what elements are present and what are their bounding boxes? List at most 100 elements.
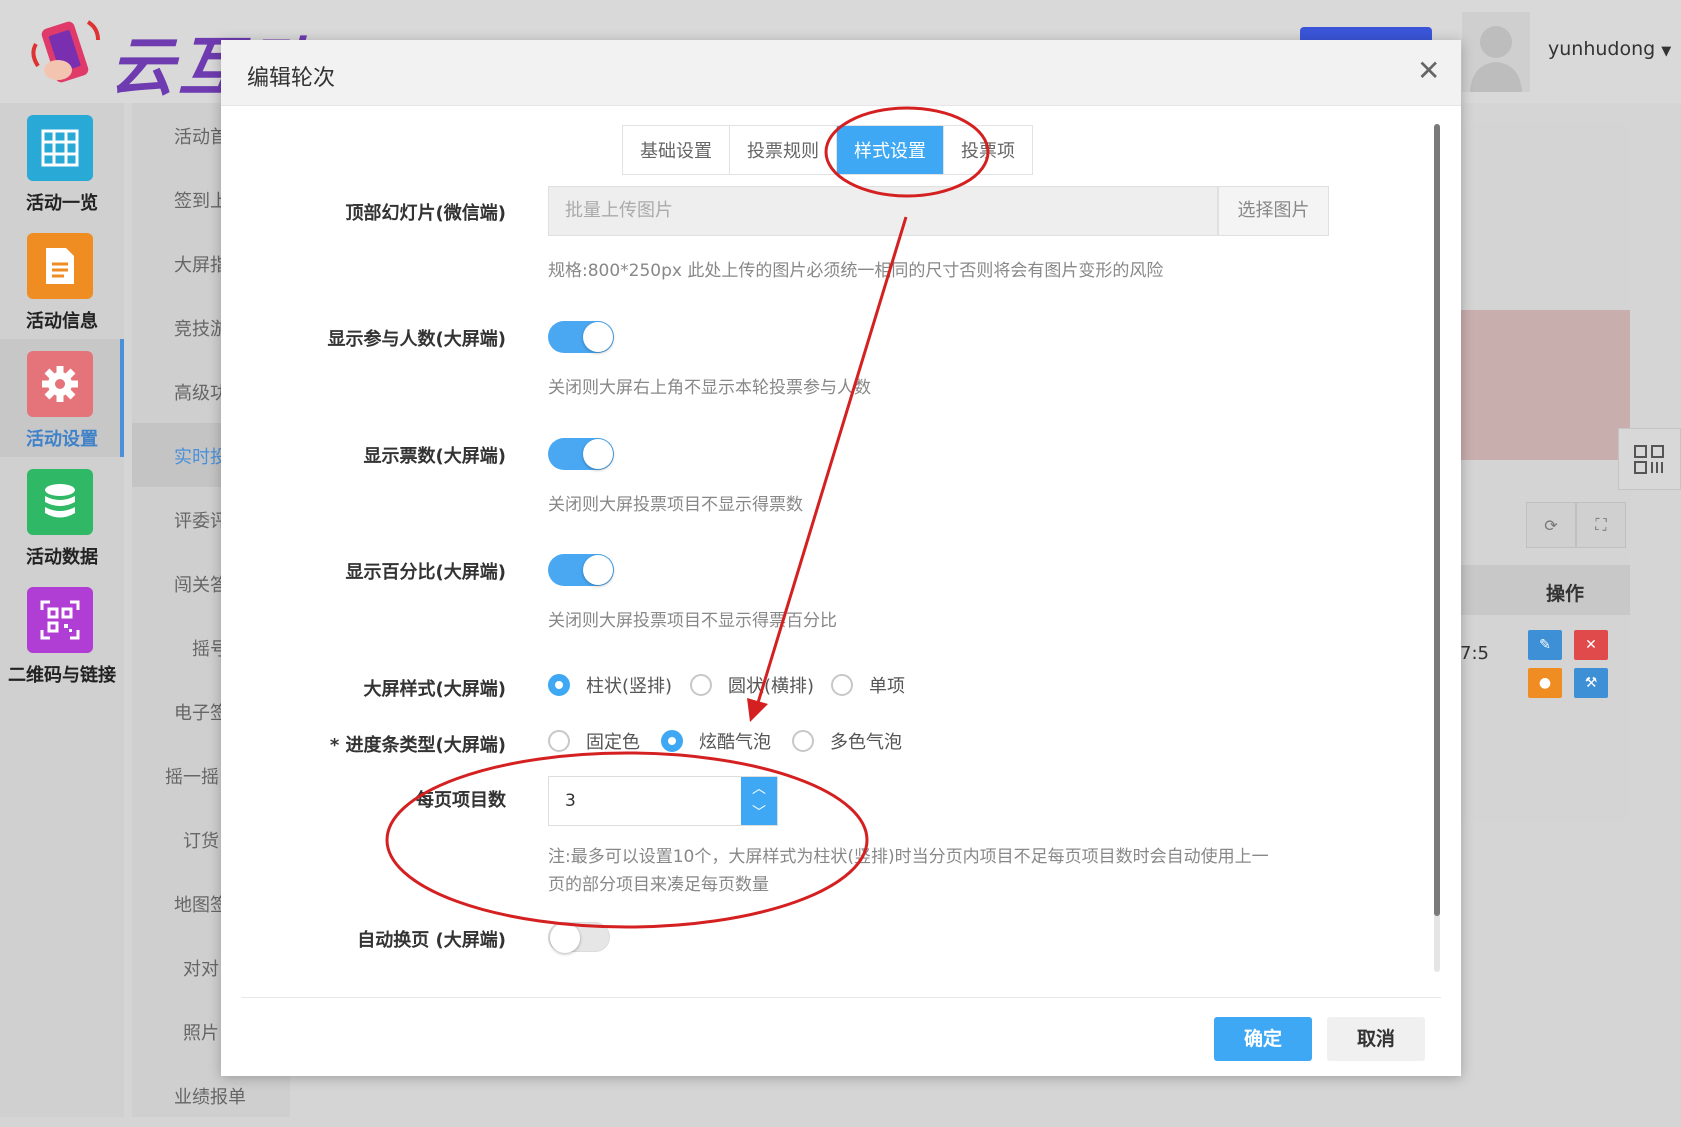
subnav-label: 大屏指 bbox=[174, 255, 228, 276]
toggle-knob bbox=[583, 439, 613, 469]
gear-icon bbox=[27, 351, 93, 417]
items-per-page-label: 每页项目数 bbox=[416, 790, 506, 811]
nav-label: 活动设置 bbox=[26, 429, 98, 450]
subnav-label: 摇一摇 bbox=[165, 767, 219, 788]
hammer-row-button[interactable]: ⚒ bbox=[1574, 668, 1608, 698]
row-cell-value: 7:5 bbox=[1460, 643, 1489, 664]
chevron-up-icon[interactable]: ︿ bbox=[741, 777, 777, 801]
nav-item-activity-list[interactable]: 活动一览 bbox=[0, 103, 124, 221]
document-icon bbox=[27, 233, 93, 299]
show-participants-label: 显示参与人数(大屏端) bbox=[327, 329, 506, 350]
tab-basic-settings[interactable]: 基础设置 bbox=[623, 126, 730, 174]
ops-header-label: 操作 bbox=[1546, 583, 1585, 605]
edit-row-button[interactable]: ✎ bbox=[1528, 630, 1562, 660]
subnav-label: 电子签 bbox=[174, 703, 228, 724]
qrcode-icon bbox=[27, 587, 93, 653]
modal-tabs: 基础设置 投票规则 样式设置 投票项 bbox=[622, 125, 1033, 175]
slideshow-upload-input[interactable]: 批量上传图片 bbox=[548, 186, 1218, 236]
radio-dot bbox=[548, 674, 570, 696]
radio-label: 固定色 bbox=[586, 732, 640, 753]
background-content-panel bbox=[1440, 122, 1630, 822]
radio-screen-style-single[interactable]: 单项 bbox=[831, 672, 905, 698]
user-row-button[interactable]: ● bbox=[1528, 668, 1562, 698]
subnav-label: 地图签 bbox=[174, 895, 228, 916]
radio-dot bbox=[661, 730, 683, 752]
radio-label: 炫酷气泡 bbox=[699, 732, 771, 753]
toggle-knob bbox=[550, 923, 580, 953]
subnav-label: 竞技游 bbox=[174, 319, 228, 340]
tab-style-settings[interactable]: 样式设置 bbox=[837, 126, 944, 174]
subnav-label: 闯关答 bbox=[174, 575, 228, 596]
layout-grid-button[interactable] bbox=[1618, 428, 1681, 490]
show-votes-label: 显示票数(大屏端) bbox=[363, 446, 506, 467]
modal-scrollbar-thumb[interactable] bbox=[1434, 124, 1440, 916]
nav-item-qrcode-links[interactable]: 二维码与链接 bbox=[0, 575, 124, 693]
hammer-icon: ⚒ bbox=[1584, 675, 1598, 691]
grid-icon bbox=[27, 115, 93, 181]
radio-progress-bubble[interactable]: 炫酷气泡 bbox=[661, 728, 771, 754]
show-percent-hint: 关闭则大屏投票项目不显示得票百分比 bbox=[548, 611, 837, 631]
subnav-label: 订货 bbox=[183, 831, 219, 852]
nav-label: 活动数据 bbox=[26, 547, 98, 568]
subnav-label: 照片 bbox=[183, 1023, 219, 1044]
slideshow-label: 顶部幻灯片(微信端) bbox=[345, 203, 506, 224]
layout-grid-icon bbox=[1634, 445, 1664, 474]
subnav-label: 签到上 bbox=[174, 191, 228, 212]
subnav-label: 实时投 bbox=[174, 447, 228, 468]
fullscreen-button[interactable]: ⛶ bbox=[1576, 502, 1626, 548]
auto-page-label: 自动换页 (大屏端) bbox=[357, 930, 506, 951]
confirm-button[interactable]: 确定 bbox=[1214, 1017, 1312, 1061]
tab-vote-rules[interactable]: 投票规则 bbox=[730, 126, 837, 174]
close-icon: ✕ bbox=[1585, 637, 1597, 653]
show-votes-hint: 关闭则大屏投票项目不显示得票数 bbox=[548, 495, 803, 515]
refresh-button[interactable]: ⟳ bbox=[1526, 502, 1576, 548]
close-icon[interactable]: ✕ bbox=[1417, 54, 1440, 87]
toggle-knob bbox=[583, 555, 613, 585]
show-percent-label: 显示百分比(大屏端) bbox=[345, 562, 506, 583]
nav-label: 二维码与链接 bbox=[8, 665, 116, 686]
header-action-button[interactable] bbox=[1300, 27, 1432, 41]
delete-row-button[interactable]: ✕ bbox=[1574, 630, 1608, 660]
radio-label: 圆状(横排) bbox=[728, 676, 815, 697]
pencil-icon: ✎ bbox=[1539, 637, 1551, 653]
cancel-button[interactable]: 取消 bbox=[1327, 1017, 1425, 1061]
auto-page-toggle[interactable] bbox=[548, 922, 610, 953]
username-label: yunhudong bbox=[1548, 38, 1656, 60]
screen-style-label: 大屏样式(大屏端) bbox=[363, 679, 506, 700]
show-percent-toggle[interactable] bbox=[548, 554, 614, 586]
subnav-label: 活动首 bbox=[174, 127, 228, 148]
items-per-page-stepper[interactable]: 3 ︿ ﹀ bbox=[548, 776, 778, 826]
show-votes-toggle[interactable] bbox=[548, 438, 614, 470]
radio-dot bbox=[690, 674, 712, 696]
nav-item-activity-info[interactable]: 活动信息 bbox=[0, 221, 124, 339]
radio-progress-fixed[interactable]: 固定色 bbox=[548, 728, 640, 754]
background-preview-area bbox=[1440, 310, 1630, 460]
avatar[interactable] bbox=[1462, 12, 1530, 92]
user-icon: ● bbox=[1538, 675, 1552, 691]
select-image-button[interactable]: 选择图片 bbox=[1218, 186, 1329, 236]
logo-phone-icon bbox=[28, 14, 104, 88]
subnav-label: 对对 bbox=[183, 959, 219, 980]
radio-progress-multicolor[interactable]: 多色气泡 bbox=[792, 728, 902, 754]
nav-item-activity-data[interactable]: 活动数据 bbox=[0, 457, 124, 575]
radio-screen-style-bar[interactable]: 柱状(竖排) bbox=[548, 672, 672, 698]
radio-dot bbox=[548, 730, 570, 752]
show-participants-hint: 关闭则大屏右上角不显示本轮投票参与人数 bbox=[548, 378, 871, 398]
modal-header: 编辑轮次 ✕ bbox=[221, 40, 1461, 106]
nav-item-activity-settings[interactable]: 活动设置 bbox=[0, 339, 124, 457]
items-per-page-hint-2: 页的部分项目来凑足每页数量 bbox=[548, 875, 769, 895]
show-participants-toggle[interactable] bbox=[548, 321, 614, 353]
radio-dot bbox=[792, 730, 814, 752]
footer-divider bbox=[241, 997, 1441, 998]
username-dropdown[interactable]: yunhudong ▼ bbox=[1548, 38, 1671, 60]
radio-screen-style-circle[interactable]: 圆状(横排) bbox=[690, 672, 814, 698]
modal-title: 编辑轮次 bbox=[247, 66, 336, 91]
chevron-down-icon[interactable]: ﹀ bbox=[741, 801, 777, 825]
items-per-page-hint-1: 注:最多可以设置10个，大屏样式为柱状(竖排)时当分页内项目不足每页项目数时会自… bbox=[548, 847, 1269, 867]
fullscreen-icon: ⛶ bbox=[1595, 515, 1607, 534]
radio-label: 柱状(竖排) bbox=[586, 676, 673, 697]
stepper-value: 3 bbox=[565, 791, 576, 811]
user-silhouette-icon bbox=[1470, 26, 1522, 92]
left-nav: 活动一览 活动信息 活动设置 活动数据 二维码与链接 bbox=[0, 103, 124, 1117]
tab-vote-items[interactable]: 投票项 bbox=[944, 126, 1032, 174]
